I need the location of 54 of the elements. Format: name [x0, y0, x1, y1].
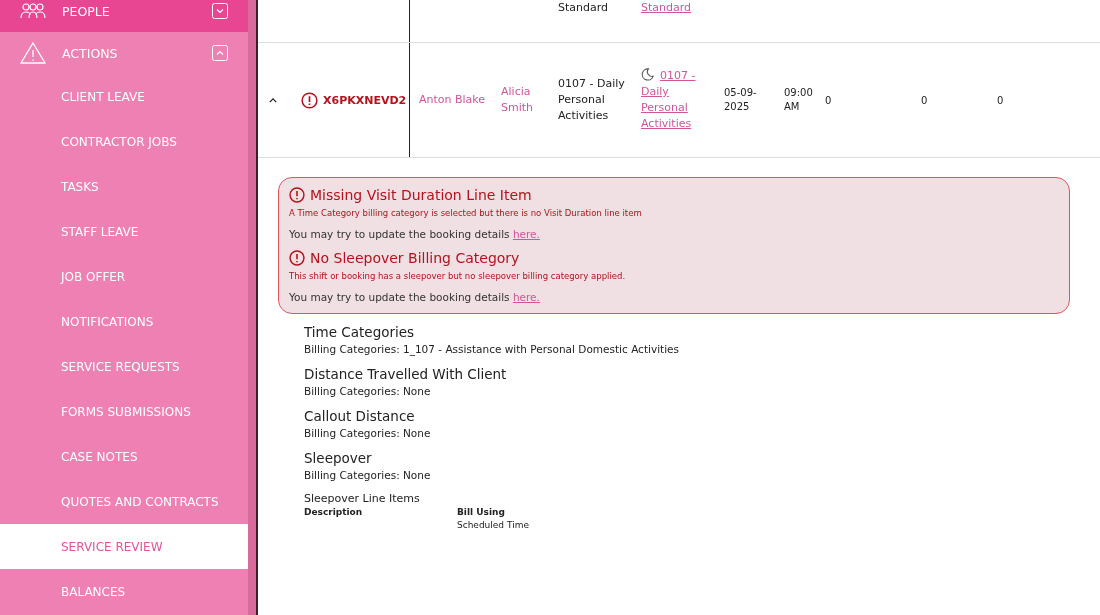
column-header: Description — [304, 507, 364, 517]
issue-title: Missing Visit Duration Line Item — [310, 187, 532, 203]
category-value: Billing Categories: 1_107 - Assistance with Personal Domestic Activities — [304, 342, 681, 357]
issue-prompt: You may try to update the booking details here. — [289, 228, 541, 240]
category-title: Sleepover — [304, 449, 373, 468]
category-title: Time Categories — [304, 323, 416, 342]
table-cell: Standard — [558, 1, 609, 14]
table-cell: 0107 - Daily Personal Activities — [558, 77, 625, 122]
sidebar-item[interactable]: CASE NOTES — [0, 434, 248, 479]
category-title: Distance Travelled With Client — [304, 365, 508, 384]
sidebar-section[interactable]: ACTIONS — [0, 32, 248, 74]
category-title: Callout Distance — [304, 407, 416, 426]
sidebar-item[interactable]: TASKS — [0, 164, 248, 209]
booking-id: X6PKXNEVD2 — [323, 93, 407, 107]
sidebar-item[interactable]: SERVICE REQUESTS — [0, 344, 248, 389]
issue-prompt: You may try to update the booking details here. — [289, 291, 541, 303]
warning-icon — [20, 41, 46, 65]
chevron-icon[interactable] — [269, 97, 277, 103]
moon-icon — [641, 68, 654, 81]
table-cell-text: 09:00 AM — [784, 86, 814, 114]
table-cell: 0 — [825, 94, 832, 106]
client-link[interactable]: Alicia Smith — [501, 84, 541, 116]
issue-detail: A Time Category billing category is selected but there is no Visit Duration line item — [289, 208, 643, 218]
issue-title: No Sleepover Billing Category — [310, 250, 520, 266]
service-link[interactable]: Standard — [641, 0, 703, 16]
issue-detail: This shift or booking has a sleepover but no sleepover billing category applied. — [289, 271, 627, 281]
service-link[interactable]: 0107 - Daily Personal Activities — [641, 68, 703, 132]
here-link[interactable]: here. — [512, 291, 540, 303]
category-value: Billing Categories: None — [304, 468, 432, 483]
sidebar-item[interactable]: CONTRACTOR JOBS — [0, 119, 248, 164]
sidebar-item[interactable]: BALANCES — [0, 569, 248, 614]
people-icon — [20, 2, 46, 20]
table-cell: 0 — [997, 94, 1004, 106]
sidebar-item[interactable]: QUOTES AND CONTRACTS — [0, 479, 248, 524]
scrollbar[interactable] — [248, 0, 256, 615]
alert-icon — [289, 187, 305, 203]
sidebar-item[interactable]: CLIENT LEAVE — [0, 74, 248, 119]
table-cell-text: 05-09-2025 — [724, 86, 758, 114]
alert-icon — [289, 250, 305, 266]
sidebar-item[interactable]: STAFF LEAVE — [0, 209, 248, 254]
sidebar-section[interactable]: PEOPLE — [0, 0, 248, 32]
category-value: Billing Categories: None — [304, 426, 432, 441]
alert-icon — [301, 91, 318, 109]
sidebar-item[interactable]: FORMS SUBMISSIONS — [0, 389, 248, 434]
sidebar-item[interactable]: NOTIFICATIONS — [0, 299, 248, 344]
column-header: Bill Using — [457, 507, 506, 517]
sidebar-item[interactable]: SERVICE REVIEW — [0, 524, 248, 569]
category-value: Billing Categories: None — [304, 384, 432, 399]
table-cell: Scheduled Time — [457, 520, 529, 530]
table-cell: 0 — [921, 94, 928, 106]
staff-link[interactable]: Anton Blake — [419, 92, 501, 108]
sidebar-item[interactable]: JOB OFFER — [0, 254, 248, 299]
here-link[interactable]: here. — [512, 228, 540, 240]
line-items-title: Sleepover Line Items — [304, 492, 421, 505]
